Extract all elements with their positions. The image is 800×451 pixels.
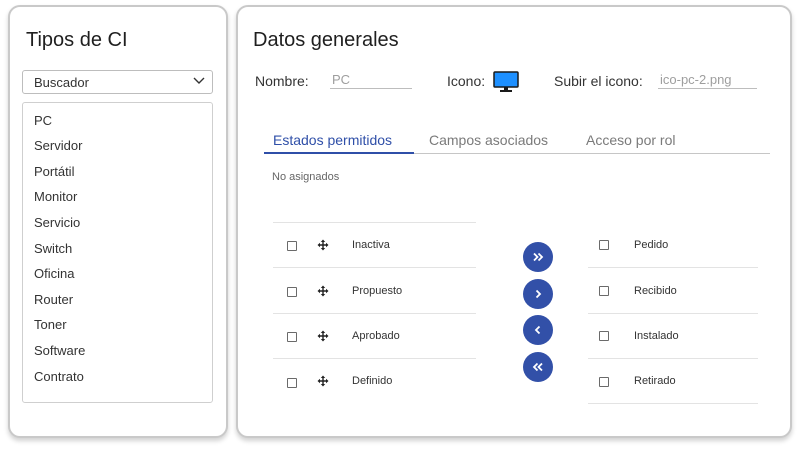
drag-handle-icon[interactable] — [317, 375, 329, 387]
state-label: Pedido — [634, 239, 669, 251]
icon-label: Icono: — [447, 73, 486, 89]
drag-handle-icon[interactable] — [317, 285, 329, 297]
move-right-button[interactable] — [523, 279, 553, 309]
search-dropdown[interactable]: Buscador — [22, 70, 213, 94]
list-item[interactable]: Servidor — [34, 138, 82, 153]
list-item[interactable]: Router — [34, 292, 73, 307]
monitor-icon[interactable] — [493, 71, 519, 93]
list-item[interactable]: PC — [34, 113, 52, 128]
list-item[interactable]: Oficina — [34, 266, 74, 281]
list-item[interactable]: Switch — [34, 241, 72, 256]
row-divider — [588, 358, 758, 359]
list-item[interactable]: Toner — [34, 317, 67, 332]
tab-campos-asociados[interactable]: Campos asociados — [429, 132, 548, 148]
state-checkbox[interactable] — [287, 378, 297, 388]
state-checkbox[interactable] — [599, 286, 609, 296]
list-item[interactable]: Portátil — [34, 164, 74, 179]
state-checkbox[interactable] — [287, 241, 297, 251]
move-all-right-button[interactable] — [523, 242, 553, 272]
row-divider — [273, 358, 476, 359]
row-divider — [273, 222, 476, 223]
state-label: Propuesto — [352, 285, 403, 297]
row-divider — [588, 403, 758, 404]
state-label: Instalado — [634, 330, 679, 342]
list-item[interactable]: Monitor — [34, 189, 77, 204]
row-divider — [273, 267, 476, 268]
move-all-left-button[interactable] — [523, 352, 553, 382]
state-checkbox[interactable] — [287, 287, 297, 297]
tab-acceso-por-rol[interactable]: Acceso por rol — [586, 132, 675, 148]
state-checkbox[interactable] — [599, 240, 609, 250]
general-data-title: Datos generales — [253, 29, 399, 51]
drag-handle-icon[interactable] — [317, 330, 329, 342]
ci-types-title: Tipos de CI — [26, 29, 128, 51]
state-label: Retirado — [634, 375, 676, 387]
move-left-button[interactable] — [523, 315, 553, 345]
general-data-panel: Datos generales Nombre: PC Icono: Subir … — [236, 5, 792, 438]
unassigned-label: No asignados — [272, 171, 340, 183]
dropdown-value: Buscador — [34, 75, 89, 90]
upload-icon-label: Subir el icono: — [554, 73, 643, 89]
double-chevron-left-icon — [532, 362, 543, 372]
list-item[interactable]: Servicio — [34, 215, 80, 230]
active-tab-indicator — [264, 152, 414, 154]
chevron-down-icon — [193, 77, 205, 84]
row-divider — [273, 313, 476, 314]
ci-types-list: PC Servidor Portátil Monitor Servicio Sw… — [22, 102, 213, 403]
state-label: Inactiva — [352, 239, 390, 251]
row-divider — [588, 267, 758, 268]
row-divider — [588, 313, 758, 314]
name-label: Nombre: — [255, 73, 309, 89]
state-checkbox[interactable] — [599, 377, 609, 387]
chevron-left-icon — [534, 325, 541, 335]
state-label: Definido — [352, 375, 393, 387]
upload-icon-field[interactable]: ico-pc-2.png — [658, 71, 757, 89]
state-checkbox[interactable] — [287, 332, 297, 342]
state-label: Aprobado — [352, 330, 400, 342]
state-checkbox[interactable] — [599, 331, 609, 341]
name-field[interactable]: PC — [330, 71, 412, 89]
tab-estados-permitidos[interactable]: Estados permitidos — [273, 132, 392, 148]
ci-types-panel: Tipos de CI Buscador PC Servidor Portáti… — [8, 5, 228, 438]
list-item[interactable]: Software — [34, 343, 85, 358]
double-chevron-right-icon — [533, 252, 544, 262]
list-item[interactable]: Contrato — [34, 369, 84, 384]
chevron-right-icon — [535, 289, 542, 299]
state-label: Recibido — [634, 285, 677, 297]
drag-handle-icon[interactable] — [317, 239, 329, 251]
